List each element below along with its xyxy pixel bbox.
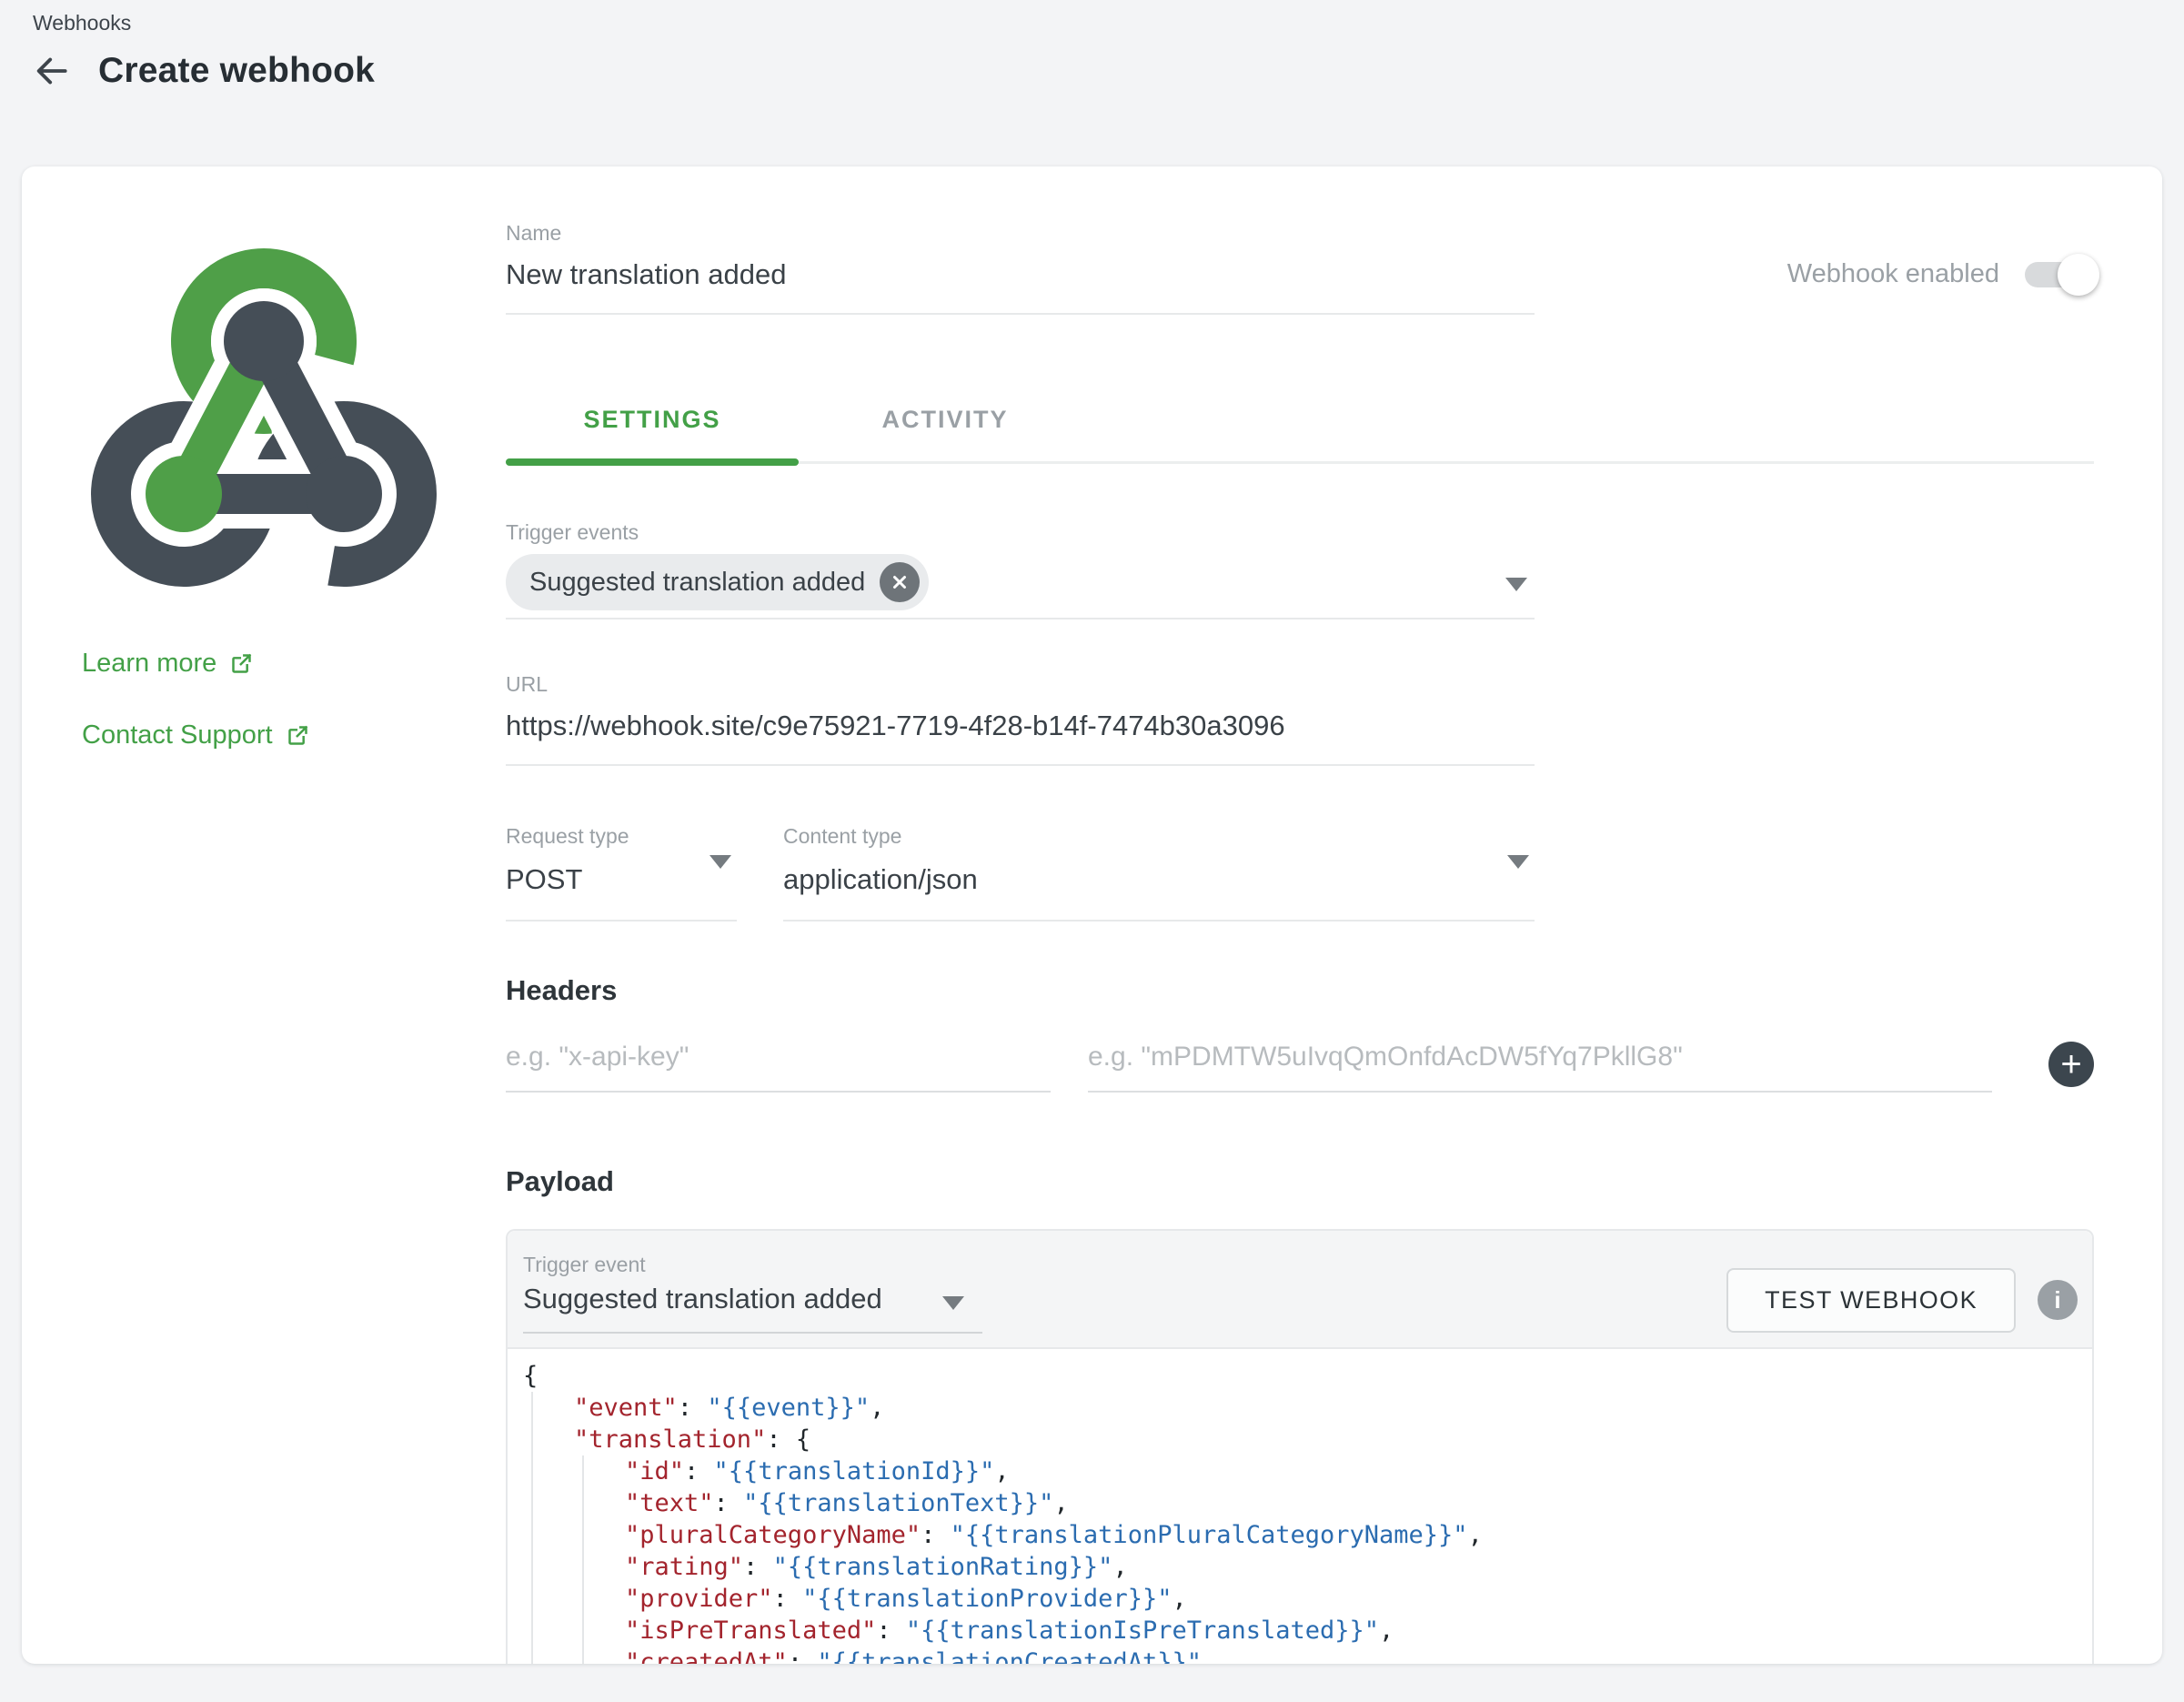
create-webhook-page: Webhooks Create webhook: [0, 0, 2184, 1702]
payload-section: Payload Trigger event Suggested translat…: [506, 1165, 2094, 1664]
type-row: Request type POST Content type applicati…: [506, 824, 1535, 921]
code-line: "id": "{{translationId}}",: [523, 1455, 2092, 1487]
indent-guide: [531, 1392, 533, 1664]
external-link-icon: [229, 651, 254, 676]
code-line: "rating": "{{translationRating}}",: [523, 1551, 2092, 1583]
chip-label: Suggested translation added: [529, 568, 865, 598]
content-type-field: Content type application/json: [783, 824, 1535, 921]
code-line: "provider": "{{translationProvider}}",: [523, 1583, 2092, 1615]
left-column: Learn more Contact Support: [22, 166, 506, 1664]
form-column: Name Webhook enabled SETTINGS ACTIVITY T…: [506, 166, 2162, 1664]
payload-actions: TEST WEBHOOK i: [1726, 1253, 2083, 1347]
toggle-knob: [2058, 254, 2099, 296]
code-line: "pluralCategoryName": "{{translationPlur…: [523, 1519, 2092, 1551]
code-line: {: [523, 1360, 2092, 1392]
payload-code-lines: {"event": "{{event}}","translation": {"i…: [523, 1360, 2092, 1664]
name-row: Name Webhook enabled: [506, 221, 2094, 315]
payload-trigger-event-field: Trigger event Suggested translation adde…: [523, 1253, 982, 1347]
indent-guide: [582, 1455, 584, 1664]
trigger-event-chip[interactable]: Suggested translation added: [506, 554, 929, 610]
trigger-events-select[interactable]: Suggested translation added: [506, 554, 1535, 619]
code-line: "isPreTranslated": "{{translationIsPreTr…: [523, 1615, 2092, 1647]
header-key-field: [506, 1032, 1051, 1093]
page-header: Create webhook: [31, 50, 375, 92]
headers-row: +: [506, 1032, 2094, 1093]
header-key-input[interactable]: [506, 1032, 1051, 1093]
headers-section: Headers +: [506, 974, 2094, 1093]
webhook-enabled-control: Webhook enabled: [1787, 259, 2094, 289]
active-tab-indicator: [506, 458, 799, 466]
content-type-select[interactable]: application/json: [783, 849, 1535, 921]
request-type-field: Request type POST: [506, 824, 737, 921]
code-line: "text": "{{translationText}}",: [523, 1487, 2092, 1519]
plus-icon: +: [2060, 1046, 2081, 1083]
caret-down-icon[interactable]: [710, 855, 731, 869]
info-icon[interactable]: i: [2038, 1280, 2078, 1320]
payload-code-editor[interactable]: {"event": "{{event}}","translation": {"i…: [508, 1347, 2092, 1664]
test-webhook-button[interactable]: TEST WEBHOOK: [1726, 1268, 2016, 1333]
close-circle-icon[interactable]: [880, 562, 920, 602]
learn-more-label: Learn more: [82, 649, 216, 679]
breadcrumb[interactable]: Webhooks: [33, 11, 131, 35]
payload-panel: Trigger event Suggested translation adde…: [506, 1229, 2094, 1664]
payload-trigger-event-label: Trigger event: [523, 1253, 982, 1277]
arrow-left-icon: [32, 51, 72, 91]
request-type-select[interactable]: POST: [506, 849, 737, 921]
tab-bar: SETTINGS ACTIVITY: [506, 406, 2094, 464]
payload-title: Payload: [506, 1165, 2094, 1198]
learn-more-link[interactable]: Learn more: [82, 649, 254, 679]
trigger-events-label: Trigger events: [506, 520, 1535, 545]
tab-activity[interactable]: ACTIVITY: [799, 406, 1092, 461]
webhook-enabled-toggle[interactable]: [2025, 262, 2094, 287]
payload-panel-header: Trigger event Suggested translation adde…: [508, 1231, 2092, 1347]
url-field: URL: [506, 672, 1535, 766]
webhook-card: Learn more Contact Support Name: [22, 166, 2162, 1664]
external-link-icon: [286, 723, 310, 748]
contact-support-link[interactable]: Contact Support: [82, 720, 310, 750]
url-input[interactable]: [506, 697, 1535, 766]
code-line: "translation": {: [523, 1424, 2092, 1455]
content-type-label: Content type: [783, 824, 1535, 849]
request-type-label: Request type: [506, 824, 737, 849]
code-line: "createdAt": "{{translationCreatedAt}}",: [523, 1647, 2092, 1664]
payload-trigger-event-select[interactable]: Suggested translation added: [523, 1283, 982, 1334]
contact-support-label: Contact Support: [82, 720, 273, 750]
header-value-input[interactable]: [1088, 1032, 1992, 1093]
add-header-button[interactable]: +: [2048, 1042, 2094, 1087]
name-input[interactable]: [506, 246, 1535, 315]
name-field: Name: [506, 221, 1535, 315]
caret-down-icon[interactable]: [1507, 855, 1529, 869]
tab-settings[interactable]: SETTINGS: [506, 406, 799, 461]
trigger-events-field: Trigger events Suggested translation add…: [506, 520, 1535, 619]
name-label: Name: [506, 221, 1535, 246]
side-links: Learn more Contact Support: [82, 649, 506, 750]
url-label: URL: [506, 672, 1535, 697]
caret-down-icon[interactable]: [942, 1296, 964, 1310]
caret-down-icon[interactable]: [1505, 578, 1527, 591]
webhook-logo-icon: [82, 232, 446, 596]
header-value-field: [1088, 1032, 1992, 1093]
back-button[interactable]: [31, 50, 73, 92]
page-title: Create webhook: [98, 51, 375, 91]
headers-title: Headers: [506, 974, 2094, 1007]
webhook-enabled-label: Webhook enabled: [1787, 259, 1999, 289]
code-line: "event": "{{event}}",: [523, 1392, 2092, 1424]
